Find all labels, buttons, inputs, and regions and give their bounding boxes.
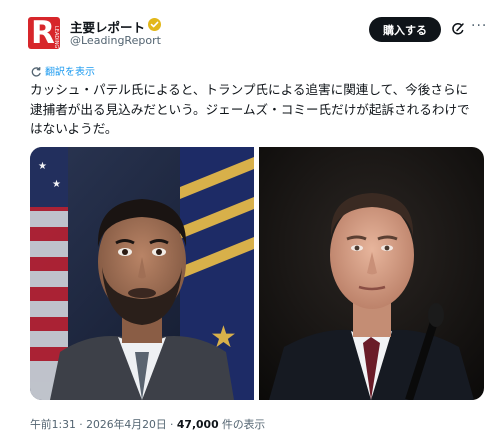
post-text: カッシュ・パテル氏によると、トランプ氏による追害に関連して、今後さらに逮捕者が出… (30, 82, 470, 136)
account-handle[interactable]: @LeadingReport (70, 34, 161, 47)
post-time[interactable]: 午前1:31 (30, 418, 76, 431)
show-translation-link[interactable]: 翻訳を表示 (45, 63, 95, 78)
avatar-tagline: LEADING (53, 25, 59, 48)
avatar[interactable]: R LEADING (28, 17, 60, 49)
more-icon[interactable]: ··· (471, 18, 487, 34)
subscribe-button[interactable]: 購入する (369, 17, 441, 42)
view-count: 47,000 (176, 418, 219, 431)
svg-text:★: ★ (38, 161, 47, 172)
photo-left[interactable]: ★ ★ ★ (30, 147, 254, 400)
post-date[interactable]: 2026年4月20日 (86, 418, 166, 431)
meta-separator: · (166, 418, 177, 431)
avatar-letter: R (31, 17, 55, 49)
post-meta: 午前1:31 · 2026年4月20日 · 47,000 件の表示 (30, 416, 265, 432)
svg-text:★: ★ (52, 179, 61, 190)
photo-right[interactable] (259, 147, 484, 400)
meta-separator: · (75, 418, 87, 431)
view-count-suffix: 件の表示 (218, 418, 266, 431)
verified-badge-icon[interactable] (148, 18, 161, 31)
media-grid: ★ ★ ★ (30, 147, 484, 400)
grok-icon[interactable] (451, 21, 465, 35)
translate-icon (30, 63, 42, 77)
